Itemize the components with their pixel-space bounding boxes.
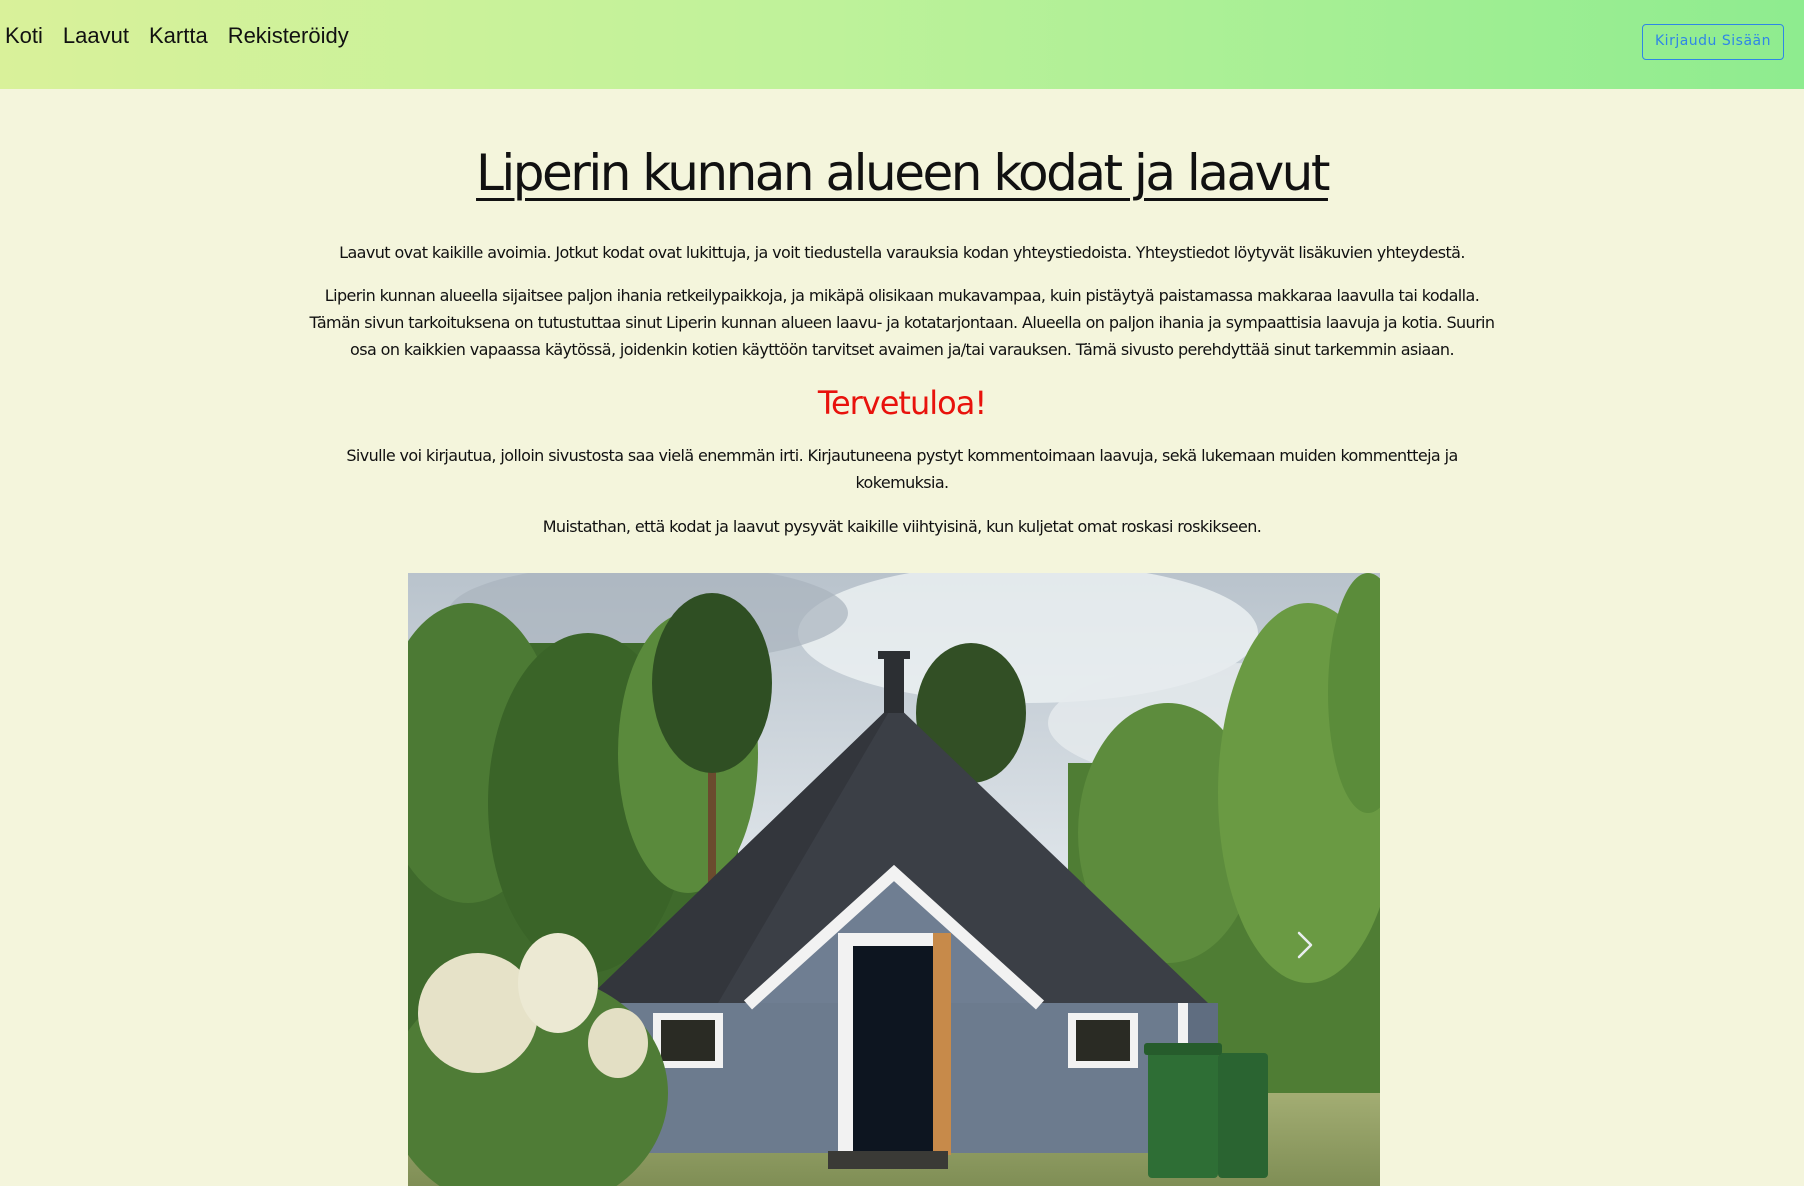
kota-photo bbox=[408, 573, 1380, 1186]
main-content: Liperin kunnan alueen kodat ja laavut La… bbox=[0, 89, 1804, 540]
welcome-heading: Tervetuloa! bbox=[817, 384, 987, 422]
nav-link-laavut[interactable]: Laavut bbox=[63, 19, 129, 53]
page-title: Liperin kunnan alueen kodat ja laavut bbox=[476, 144, 1330, 202]
description-text: Liperin kunnan alueella sijaitsee paljon… bbox=[309, 286, 1496, 359]
intro-text: Laavut ovat kaikille avoimia. Jotkut kod… bbox=[339, 243, 1465, 262]
nav-link-koti[interactable]: Koti bbox=[5, 19, 43, 53]
image-carousel bbox=[408, 573, 1380, 1186]
navbar: Koti Laavut Kartta Rekisteröidy Kirjaudu… bbox=[0, 0, 1804, 89]
nav-link-rekisteroidy[interactable]: Rekisteröidy bbox=[228, 19, 349, 53]
login-info-text: Sivulle voi kirjautua, jolloin sivustost… bbox=[346, 446, 1458, 492]
nav-link-kartta[interactable]: Kartta bbox=[149, 19, 208, 53]
reminder-text: Muistathan, että kodat ja laavut pysyvät… bbox=[542, 517, 1262, 536]
chevron-right-icon[interactable] bbox=[1290, 925, 1320, 965]
login-button[interactable]: Kirjaudu Sisään bbox=[1642, 24, 1784, 60]
nav-links: Koti Laavut Kartta Rekisteröidy bbox=[5, 19, 369, 53]
